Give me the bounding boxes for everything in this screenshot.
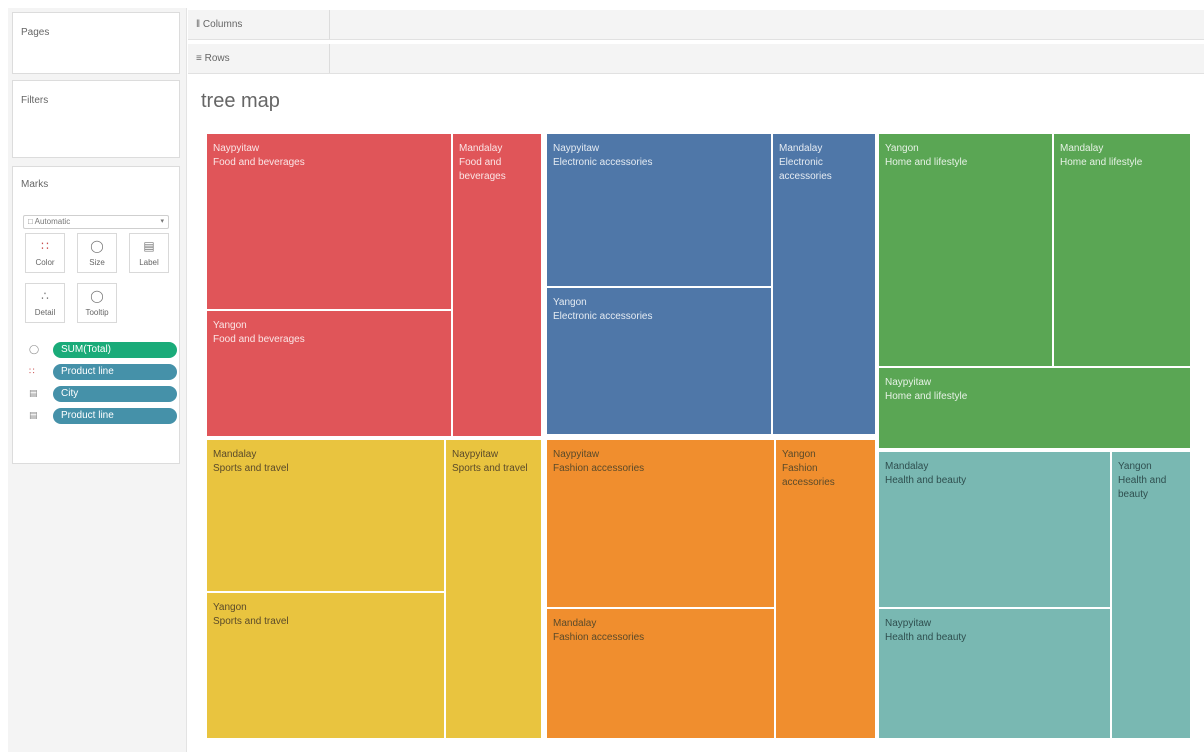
- rows-icon: ≡: [196, 53, 205, 64]
- tile-product-label: Fashion accessories: [553, 463, 645, 474]
- tile-product-label: Electronic accessories: [553, 311, 653, 322]
- detail-icon: ∴: [41, 289, 49, 303]
- treemap-tile[interactable]: Mandalay Food and beverages: [453, 134, 541, 436]
- mark-type-value: Automatic: [34, 217, 71, 226]
- pill-product-line-label[interactable]: Product line: [53, 408, 177, 424]
- tile-city-label: Yangon: [553, 297, 587, 308]
- label-icon: ▤: [29, 388, 38, 398]
- treemap-tile[interactable]: Mandalay Electronic accessories: [773, 134, 875, 434]
- treemap-tile[interactable]: Naypyitaw Fashion accessories: [547, 440, 774, 607]
- tile-product-label: Home and lifestyle: [885, 157, 968, 168]
- treemap-tile[interactable]: Yangon Electronic accessories: [547, 288, 771, 434]
- tile-product-label: Sports and travel: [213, 616, 289, 627]
- tile-product-label: Food and beverages: [459, 157, 506, 182]
- treemap-tile[interactable]: Mandalay Health and beauty: [879, 452, 1110, 607]
- tile-product-label: Fashion accessories: [782, 463, 835, 488]
- tile-city-label: Naypyitaw: [452, 449, 499, 460]
- tile-city-label: Yangon: [1118, 461, 1152, 472]
- tooltip-icon: ◯: [90, 289, 104, 303]
- size-button-label: Size: [89, 258, 105, 267]
- tile-product-label: Fashion accessories: [553, 632, 645, 643]
- tile-city-label: Yangon: [885, 143, 919, 154]
- pages-card[interactable]: Pages: [12, 12, 180, 74]
- color-button[interactable]: ∷ Color: [25, 233, 65, 273]
- columns-label-text: Columns: [202, 19, 243, 30]
- viz-title: tree map: [201, 90, 280, 112]
- mark-type-icon: □: [28, 217, 35, 226]
- pill-product-line-color[interactable]: Product line: [53, 364, 177, 380]
- marks-card-title: Marks: [21, 179, 49, 190]
- size-button[interactable]: ◯ Size: [77, 233, 117, 273]
- tile-product-label: Electronic accessories: [779, 157, 832, 182]
- treemap-tile[interactable]: Naypyitaw Electronic accessories: [547, 134, 771, 286]
- tile-product-label: Food and beverages: [213, 157, 305, 168]
- tile-city-label: Mandalay: [779, 143, 823, 154]
- tile-product-label: Electronic accessories: [553, 157, 653, 168]
- tooltip-button-label: Tooltip: [85, 308, 109, 317]
- marks-card: Marks □ Automatic ▾ ∷ Color ◯ Size ▤ Lab…: [12, 166, 180, 464]
- size-icon: ◯: [29, 344, 40, 354]
- tile-city-label: Yangon: [213, 602, 247, 613]
- treemap-tile[interactable]: Mandalay Home and lifestyle: [1054, 134, 1190, 366]
- treemap-tile[interactable]: Yangon Health and beauty: [1112, 452, 1190, 738]
- tile-city-label: Yangon: [782, 449, 816, 460]
- chevron-down-icon: ▾: [160, 218, 164, 225]
- columns-shelf[interactable]: ‖ Columns: [188, 10, 1204, 40]
- detail-button[interactable]: ∴ Detail: [25, 283, 65, 323]
- label-icon: ▤: [29, 410, 38, 420]
- tile-product-label: Sports and travel: [213, 463, 289, 474]
- treemap-tile[interactable]: Naypyitaw Food and beverages: [207, 134, 451, 309]
- treemap-tile[interactable]: Naypyitaw Sports and travel: [446, 440, 541, 738]
- mark-type-dropdown[interactable]: □ Automatic ▾: [23, 215, 169, 229]
- filters-card-title: Filters: [21, 95, 49, 106]
- tile-product-label: Sports and travel: [452, 463, 528, 474]
- tile-city-label: Naypyitaw: [885, 618, 932, 629]
- label-button-label: Label: [139, 258, 159, 267]
- label-icon: ▤: [143, 239, 155, 253]
- treemap-tile[interactable]: Mandalay Fashion accessories: [547, 609, 774, 738]
- tile-city-label: Naypyitaw: [885, 377, 932, 388]
- treemap-tile[interactable]: Yangon Fashion accessories: [776, 440, 875, 738]
- tile-city-label: Naypyitaw: [553, 143, 600, 154]
- tile-city-label: Mandalay: [459, 143, 503, 154]
- detail-button-label: Detail: [34, 308, 56, 317]
- rows-label-text: Rows: [204, 53, 230, 64]
- tooltip-button[interactable]: ◯ Tooltip: [77, 283, 117, 323]
- pill-city[interactable]: City: [53, 386, 177, 402]
- tile-city-label: Yangon: [213, 320, 247, 331]
- tile-city-label: Mandalay: [553, 618, 597, 629]
- color-button-label: Color: [35, 258, 55, 267]
- label-button[interactable]: ▤ Label: [129, 233, 169, 273]
- tile-city-label: Mandalay: [1060, 143, 1104, 154]
- tile-product-label: Health and beauty: [885, 475, 967, 486]
- tile-product-label: Food and beverages: [213, 334, 305, 345]
- treemap-tile[interactable]: Yangon Food and beverages: [207, 311, 451, 436]
- treemap-tile[interactable]: Mandalay Sports and travel: [207, 440, 444, 591]
- rows-shelf[interactable]: ≡ Rows: [188, 44, 1204, 74]
- tile-product-label: Health and beauty: [885, 632, 967, 643]
- tile-city-label: Naypyitaw: [213, 143, 260, 154]
- tile-city-label: Mandalay: [885, 461, 929, 472]
- pill-sum-total[interactable]: SUM(Total): [53, 342, 177, 358]
- tile-product-label: Health and beauty: [1118, 475, 1167, 500]
- treemap-tile[interactable]: Naypyitaw Home and lifestyle: [879, 368, 1190, 448]
- treemap-tile[interactable]: Yangon Home and lifestyle: [879, 134, 1052, 366]
- treemap-tile[interactable]: Naypyitaw Health and beauty: [879, 609, 1110, 738]
- columns-shelf-label: ‖ Columns: [188, 10, 330, 39]
- columns-icon: ‖: [196, 19, 203, 30]
- pages-card-title: Pages: [21, 27, 50, 38]
- color-icon: ∷: [41, 239, 49, 253]
- filters-card[interactable]: Filters: [12, 80, 180, 158]
- tile-product-label: Home and lifestyle: [885, 391, 968, 402]
- size-icon: ◯: [90, 239, 104, 253]
- tile-city-label: Naypyitaw: [553, 449, 600, 460]
- tile-city-label: Mandalay: [213, 449, 257, 460]
- tile-product-label: Home and lifestyle: [1060, 157, 1143, 168]
- color-icon: ∷: [29, 366, 35, 376]
- treemap-tile[interactable]: Yangon Sports and travel: [207, 593, 444, 738]
- left-pane: Pages Filters Marks □ Automatic ▾ ∷ Colo…: [8, 8, 187, 752]
- rows-shelf-label: ≡ Rows: [188, 44, 330, 73]
